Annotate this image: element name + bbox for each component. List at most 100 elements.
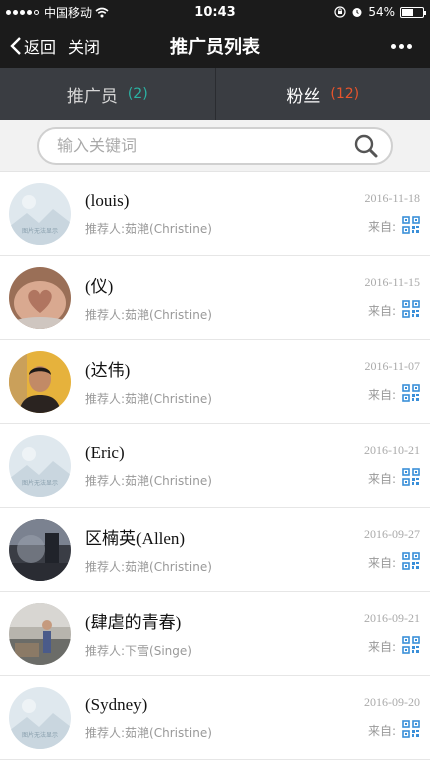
promoter-meta: 2016-11-15 来自: xyxy=(364,275,420,321)
wifi-icon xyxy=(95,7,109,17)
more-dot-icon xyxy=(391,43,396,49)
qr-code-icon[interactable] xyxy=(402,215,420,237)
signal-strength-icon xyxy=(6,9,39,15)
search-input[interactable] xyxy=(57,136,353,155)
join-date: 2016-11-15 xyxy=(364,274,420,289)
promoter-info: (达伟) 推荐人:茹滟(Christine) xyxy=(85,356,364,407)
source: 来自: xyxy=(367,215,420,237)
search-area xyxy=(0,120,430,172)
more-dot-icon xyxy=(399,43,404,49)
promoter-name: (肆虐的青春) xyxy=(85,613,182,632)
referrer-text: 推荐人:茹滟(Christine) xyxy=(85,473,212,488)
qr-code-icon[interactable] xyxy=(402,299,420,321)
qr-code-icon[interactable] xyxy=(402,635,420,657)
promoter-name: (仪) xyxy=(85,277,114,296)
promoter-info: (louis) 推荐人:茹滟(Christine) xyxy=(85,191,364,237)
source-label: 来自: xyxy=(367,471,396,486)
avatar[interactable] xyxy=(9,518,71,581)
source-label: 来自: xyxy=(367,723,396,738)
promoter-info: (仪) 推荐人:茹滟(Christine) xyxy=(85,272,364,323)
join-date: 2016-11-18 xyxy=(364,190,420,205)
carrier-name: 中国移动 xyxy=(44,5,93,20)
list-item[interactable]: (达伟) 推荐人:茹滟(Christine) 2016-11-07 来自: xyxy=(0,340,430,424)
battery-percent: 54% xyxy=(368,5,395,19)
more-menu-button[interactable] xyxy=(391,43,430,49)
promoter-meta: 2016-09-20 来自: xyxy=(364,695,420,741)
join-date: 2016-09-27 xyxy=(364,526,420,541)
source: 来自: xyxy=(367,635,420,657)
promoter-info: (Eric) 推荐人:茹滟(Christine) xyxy=(85,443,364,489)
source: 来自: xyxy=(367,719,420,741)
svg-text:图片无法显示: 图片无法显示 xyxy=(22,479,58,487)
referrer-text: 推荐人:茹滟(Christine) xyxy=(85,725,212,740)
promoter-info: 区楠英(Allen) 推荐人:茹滟(Christine) xyxy=(85,524,364,575)
avatar[interactable] xyxy=(9,350,71,413)
nav-bar: 返回 关闭 推广员列表 xyxy=(0,24,430,68)
qr-code-icon[interactable] xyxy=(402,383,420,405)
tab-promoters-label: 推广员 xyxy=(66,86,118,107)
promoter-name: 区楠英(Allen) xyxy=(85,529,186,548)
join-date: 2016-11-07 xyxy=(364,358,420,373)
nav-left: 返回 关闭 xyxy=(0,34,100,58)
list-item[interactable]: 图片无法显示 (Eric) 推荐人:茹滟(Christine) 2016-10-… xyxy=(0,424,430,508)
promoter-info: (Sydney) 推荐人:茹滟(Christine) xyxy=(85,695,364,741)
more-dot-icon xyxy=(407,43,412,49)
tab-promoters[interactable]: 推广员 (2) xyxy=(0,68,216,120)
join-date: 2016-10-21 xyxy=(364,442,420,457)
source-label: 来自: xyxy=(367,555,396,570)
status-right: 54% xyxy=(334,5,426,19)
battery-icon xyxy=(400,6,426,18)
qr-code-icon[interactable] xyxy=(402,551,420,573)
qr-code-icon[interactable] xyxy=(402,467,420,489)
avatar[interactable]: 图片无法显示 xyxy=(9,182,71,245)
list-item[interactable]: (仪) 推荐人:茹滟(Christine) 2016-11-15 来自: xyxy=(0,256,430,340)
avatar[interactable] xyxy=(9,602,71,665)
avatar[interactable]: 图片无法显示 xyxy=(9,686,71,749)
promoter-name: (louis) xyxy=(85,190,130,210)
avatar[interactable]: 图片无法显示 xyxy=(9,434,71,497)
referrer-text: 推荐人:茹滟(Christine) xyxy=(85,560,212,574)
promoter-meta: 2016-11-18 来自: xyxy=(364,191,420,237)
join-date: 2016-09-20 xyxy=(364,694,420,709)
list-item[interactable]: 图片无法显示 (louis) 推荐人:茹滟(Christine) 2016-11… xyxy=(0,172,430,256)
list-item[interactable]: 区楠英(Allen) 推荐人:茹滟(Christine) 2016-09-27 … xyxy=(0,508,430,592)
tab-fans-label: 粉丝 xyxy=(286,86,321,107)
source: 来自: xyxy=(367,299,420,321)
alarm-icon xyxy=(352,8,362,17)
search-box xyxy=(37,126,393,165)
tab-fans[interactable]: 粉丝 (12) xyxy=(216,68,430,120)
promoter-name: (Sydney) xyxy=(85,694,148,714)
list-item[interactable]: (肆虐的青春) 推荐人:下雪(Singe) 2016-09-21 来自: xyxy=(0,592,430,676)
qr-code-icon[interactable] xyxy=(402,719,420,741)
status-bar: 中国移动 10:43 54% xyxy=(0,0,430,24)
referrer-text: 推荐人:茹滟(Christine) xyxy=(85,221,212,236)
referrer-text: 推荐人:茹滟(Christine) xyxy=(85,308,212,322)
close-button[interactable]: 关闭 xyxy=(68,34,100,58)
promoter-meta: 2016-11-07 来自: xyxy=(364,359,420,405)
referrer-text: 推荐人:下雪(Singe) xyxy=(85,644,192,658)
list-item[interactable]: 图片无法显示 (Sydney) 推荐人:茹滟(Christine) 2016-0… xyxy=(0,676,430,760)
tab-promoters-count: (2) xyxy=(127,86,148,102)
svg-text:图片无法显示: 图片无法显示 xyxy=(22,731,58,739)
join-date: 2016-09-21 xyxy=(364,610,420,625)
source-label: 来自: xyxy=(367,219,396,234)
promoter-info: (肆虐的青春) 推荐人:下雪(Singe) xyxy=(85,608,364,659)
tab-bar: 推广员 (2) 粉丝 (12) xyxy=(0,68,430,120)
back-chevron-icon[interactable] xyxy=(10,36,22,56)
promoter-meta: 2016-10-21 来自: xyxy=(364,443,420,489)
source: 来自: xyxy=(367,383,420,405)
promoter-name: (达伟) xyxy=(85,361,131,380)
avatar[interactable] xyxy=(9,266,71,329)
source: 来自: xyxy=(367,551,420,573)
source-label: 来自: xyxy=(367,639,396,654)
referrer-text: 推荐人:茹滟(Christine) xyxy=(85,392,212,406)
rotation-lock-icon xyxy=(334,6,346,18)
source-label: 来自: xyxy=(367,303,396,318)
status-left: 中国移动 xyxy=(6,4,109,21)
promoter-meta: 2016-09-27 来自: xyxy=(364,527,420,573)
search-icon[interactable] xyxy=(353,133,379,159)
back-button[interactable]: 返回 xyxy=(24,34,56,58)
svg-text:图片无法显示: 图片无法显示 xyxy=(22,227,58,235)
source-label: 来自: xyxy=(367,387,396,402)
source: 来自: xyxy=(367,467,420,489)
